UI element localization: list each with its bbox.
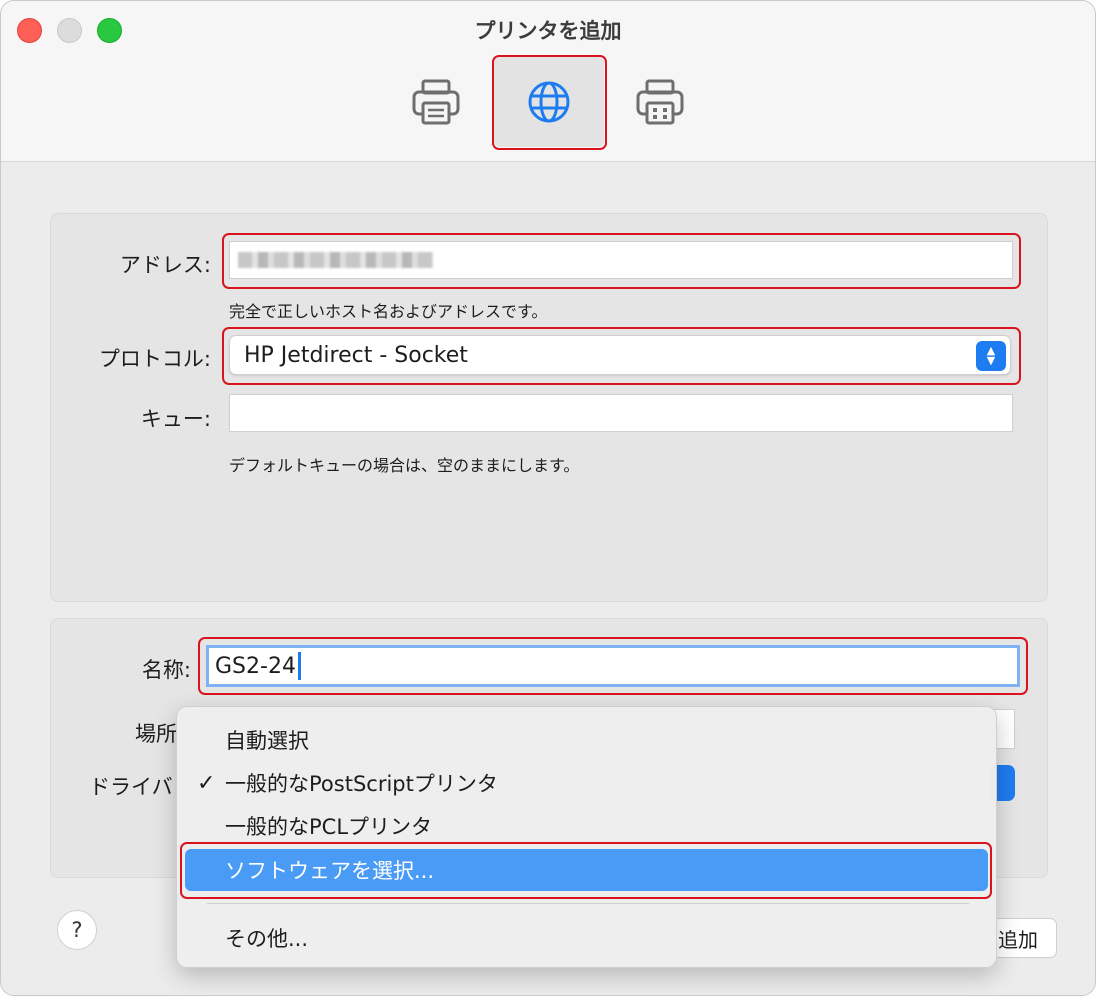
menu-item-other[interactable]: その他... — [185, 917, 988, 959]
protocol-highlight — [222, 327, 1021, 385]
address-hint: 完全で正しいホスト名およびアドレスです。 — [229, 302, 548, 321]
menu-item-label: 自動選択 — [225, 729, 309, 753]
menu-item-label: 一般的なPostScriptプリンタ — [225, 772, 498, 796]
printer-icon — [412, 79, 460, 125]
location-label: 場所 — [135, 722, 177, 746]
add-button-label: 追加 — [998, 927, 1038, 952]
toolbar-default-printer-button[interactable] — [381, 57, 491, 147]
menu-item-auto-select[interactable]: 自動選択 — [185, 719, 988, 761]
ip-tab-highlight — [492, 55, 607, 150]
title-bar: プリンタを追加 — [1, 1, 1095, 162]
address-label: アドレス: — [119, 253, 211, 277]
checkmark-icon: ✓ — [197, 770, 216, 796]
menu-separator — [207, 903, 969, 904]
add-button[interactable]: 追加 — [991, 918, 1057, 958]
queue-field[interactable] — [229, 394, 1013, 432]
queue-label: キュー: — [140, 407, 211, 431]
menu-item-generic-postscript[interactable]: ✓ 一般的なPostScriptプリンタ — [185, 762, 988, 804]
name-highlight — [198, 637, 1028, 695]
toolbar-windows-printer-button[interactable] — [605, 57, 715, 147]
driver-menu: 自動選択 ✓ 一般的なPostScriptプリンタ 一般的なPCLプリンタ ソフ… — [176, 706, 997, 968]
name-label: 名称: — [141, 658, 191, 682]
address-highlight — [222, 233, 1021, 289]
menu-item-generic-pcl[interactable]: 一般的なPCLプリンタ — [185, 805, 988, 847]
help-button[interactable]: ? — [57, 910, 97, 950]
protocol-label: プロトコル: — [98, 347, 211, 371]
queue-hint: デフォルトキューの場合は、空のままにします。 — [229, 456, 580, 475]
windows-printer-icon — [636, 79, 684, 125]
select-software-highlight — [180, 842, 992, 899]
menu-item-label: その他... — [225, 927, 309, 951]
add-printer-window: プリンタを追加 アドレス: 完全で正しいホスト名およびアドレスです。 プロトコル… — [0, 0, 1096, 996]
menu-item-label: 一般的なPCLプリンタ — [225, 815, 433, 839]
window-title: プリンタを追加 — [474, 19, 622, 43]
